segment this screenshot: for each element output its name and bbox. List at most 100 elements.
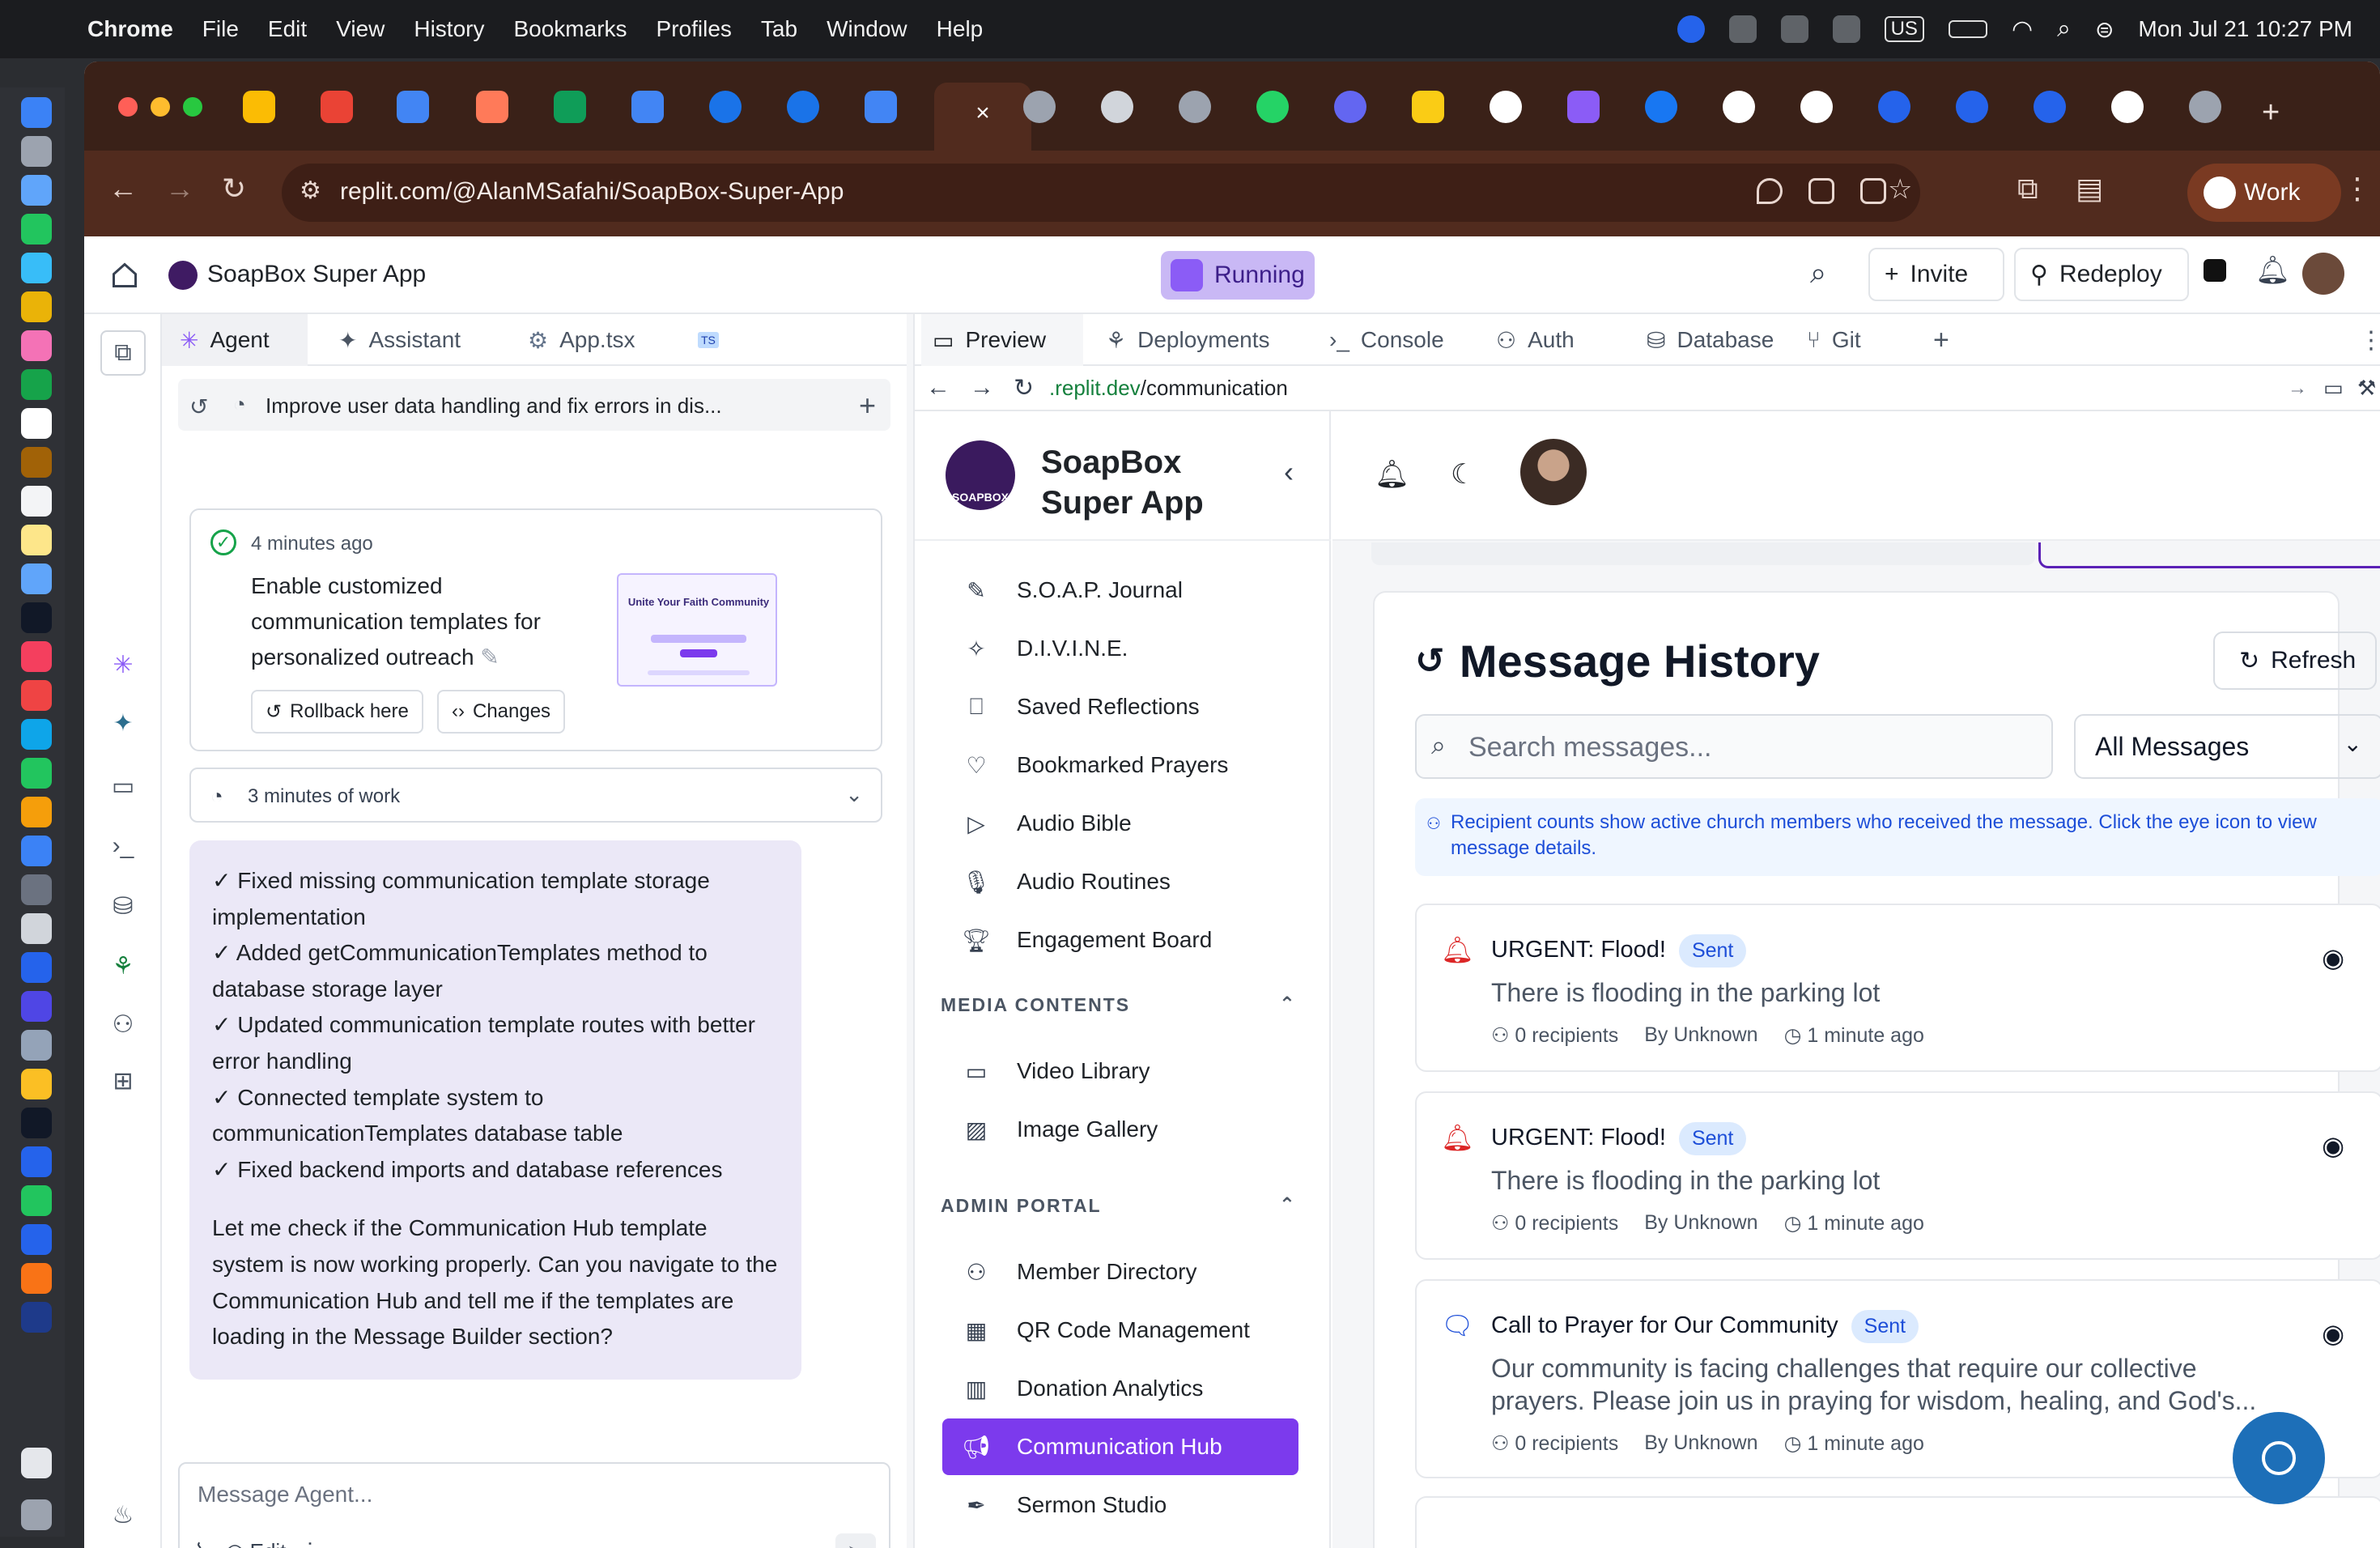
agent-rail-icon[interactable]: ✳ xyxy=(107,651,139,683)
safari-dock-icon[interactable] xyxy=(21,175,52,206)
tab-preview[interactable]: ▭ Preview xyxy=(921,314,1083,366)
add-tab-button[interactable]: + xyxy=(1922,314,1962,366)
keyboard-layout-indicator[interactable]: US xyxy=(1884,16,1924,42)
numbers-dock-icon[interactable] xyxy=(21,758,52,789)
pages-dock-icon[interactable] xyxy=(21,797,52,827)
tab-google-3-icon[interactable] xyxy=(2111,91,2144,123)
changes-button[interactable]: ‹› Changes xyxy=(437,690,566,734)
messages-dock-icon[interactable] xyxy=(21,214,52,245)
nav-audio-bible[interactable]: ▷ Audio Bible xyxy=(942,795,1298,852)
deploy-options-icon[interactable] xyxy=(2204,259,2226,282)
menu-tab[interactable]: Tab xyxy=(761,16,797,42)
home-icon[interactable] xyxy=(110,261,139,290)
project-title[interactable]: SoapBox Super App xyxy=(207,261,426,288)
forward-arrow-icon[interactable]: → xyxy=(165,172,194,206)
zoom-window-button[interactable] xyxy=(183,97,202,117)
notification-bell-icon[interactable]: 🔔︎ xyxy=(1375,458,1409,491)
all-tools-icon[interactable]: ⊞ xyxy=(107,1067,139,1099)
nav-donation-analytics[interactable]: ▥ Donation Analytics xyxy=(942,1360,1298,1417)
tab-google-icon[interactable] xyxy=(1490,91,1522,123)
history-icon[interactable]: ↺ xyxy=(189,393,208,420)
mail-dock-icon[interactable] xyxy=(21,253,52,283)
bookmark-star-icon[interactable]: ☆ xyxy=(1888,173,1912,206)
menubar-clock[interactable]: Mon Jul 21 10:27 PM xyxy=(2138,16,2352,42)
soapbox-logo[interactable]: SOAPBOX xyxy=(946,440,1015,510)
back-arrow-icon[interactable]: ← xyxy=(108,172,138,206)
active-tab-close-button[interactable]: × xyxy=(934,83,1031,151)
view-details-eye-icon[interactable]: ◉ xyxy=(2322,1318,2344,1349)
system-settings-dock-icon[interactable] xyxy=(21,874,52,905)
zoom-status-icon[interactable] xyxy=(1677,15,1705,43)
files-icon[interactable]: ⧉ xyxy=(100,330,146,376)
database-rail-icon[interactable]: ⛁ xyxy=(107,892,139,925)
facetime-dock-icon[interactable] xyxy=(21,369,52,400)
chrome-dock-icon[interactable] xyxy=(21,1263,52,1294)
tab-drive-icon[interactable] xyxy=(243,91,275,123)
edit-pencil-icon[interactable]: ✎ xyxy=(480,644,499,670)
menu-profiles[interactable]: Profiles xyxy=(657,16,732,42)
view-details-eye-icon[interactable]: ◉ xyxy=(2322,1130,2344,1161)
nav-audio-routines[interactable]: 🎙︎ Audio Routines xyxy=(942,853,1298,910)
tab-database[interactable]: ⛁ Database xyxy=(1635,314,1813,366)
freeform-dock-icon[interactable] xyxy=(21,563,52,594)
menu-history[interactable]: History xyxy=(414,16,484,42)
tab-app-icon[interactable] xyxy=(1334,91,1366,123)
maps-dock-icon[interactable] xyxy=(21,291,52,322)
launchpad-dock-icon[interactable] xyxy=(21,136,52,167)
tab-facebook-icon[interactable] xyxy=(1645,91,1677,123)
nav-saved-reflections[interactable]: ⎕ Saved Reflections xyxy=(942,678,1298,735)
agent-message-input[interactable]: Message Agent... ⌇ ◎ Edit ⫶ ➤ xyxy=(178,1462,890,1548)
new-tab-button[interactable]: + xyxy=(2262,96,2280,130)
address-bar[interactable]: ⚙ replit.com/@AlanMSafahi/SoapBox-Super-… xyxy=(282,164,1920,222)
tab-git[interactable]: ⑂ Git xyxy=(1796,314,1893,366)
tab-auth[interactable]: ⚇ Auth xyxy=(1485,314,1630,366)
nav-sermon-studio[interactable]: ✒ Sermon Studio xyxy=(942,1477,1298,1533)
chat-thread-bar[interactable]: ↺ ◔ Improve user data handling and fix e… xyxy=(178,379,890,431)
extensions-icon[interactable]: ⧉ xyxy=(2017,172,2038,206)
run-status-button[interactable]: Running xyxy=(1161,251,1315,300)
rollback-button[interactable]: ↺ Rollback here xyxy=(251,690,423,734)
work-summary-toggle[interactable]: ◔ 3 minutes of work ⌄ xyxy=(189,768,882,823)
tab-globe-icon[interactable] xyxy=(1023,91,1056,123)
edit-mode-button[interactable]: ◎ Edit xyxy=(226,1539,287,1548)
nav-divine[interactable]: ✧ D.I.V.I.N.E. xyxy=(942,620,1298,677)
chat-support-button[interactable] xyxy=(2233,1412,2325,1504)
wifi-icon[interactable]: ◠ xyxy=(2012,15,2033,44)
section-admin-portal[interactable]: ADMIN PORTAL ⌃ xyxy=(941,1194,1297,1217)
menu-help[interactable]: Help xyxy=(937,16,984,42)
signal-dock-icon[interactable] xyxy=(21,1146,52,1177)
send-button[interactable]: ➤ xyxy=(835,1533,876,1548)
calendar-dock-icon[interactable] xyxy=(21,408,52,439)
finder-dock-icon[interactable] xyxy=(21,97,52,128)
invite-button[interactable]: + Invite xyxy=(1868,248,2004,301)
new-chat-button[interactable]: + xyxy=(859,389,876,423)
app-store-dock-icon[interactable] xyxy=(21,836,52,866)
outlook-dock-icon[interactable] xyxy=(21,952,52,983)
settings-sliders-icon[interactable]: ⫶ xyxy=(307,1538,312,1548)
tab-zoom-3-icon[interactable] xyxy=(2034,91,2066,123)
tab-whatsapp-icon[interactable] xyxy=(1256,91,1289,123)
tab-globe-3-icon[interactable] xyxy=(2189,91,2221,123)
tab-hubspot-icon[interactable] xyxy=(476,91,508,123)
nav-image-gallery[interactable]: ▨ Image Gallery xyxy=(942,1101,1298,1158)
active-tab-outline[interactable] xyxy=(2038,542,2380,568)
tab-app-tsx[interactable]: ⚙ App.tsx xyxy=(510,314,672,366)
theme-icon[interactable]: ♨ xyxy=(107,1501,139,1533)
message-filter-select[interactable]: All Messages ⌄ xyxy=(2074,714,2380,779)
tab-openai-icon[interactable] xyxy=(1101,91,1133,123)
notifications-bell-icon[interactable]: 🔔︎ xyxy=(2255,254,2290,287)
nav-communication-hub[interactable]: 📢︎ Communication Hub xyxy=(942,1418,1298,1475)
address-url[interactable]: replit.com/@AlanMSafahi/SoapBox-Super-Ap… xyxy=(340,178,844,206)
tab-agent[interactable]: ✳ Agent xyxy=(162,314,308,366)
auth-rail-icon[interactable]: ⚇ xyxy=(107,1010,139,1043)
document-dock-icon[interactable] xyxy=(21,1448,52,1478)
control-center-icon[interactable]: ⊜ xyxy=(2095,16,2114,43)
tab-zoom-2-icon[interactable] xyxy=(1956,91,1988,123)
photos-dock-icon[interactable] xyxy=(21,330,52,361)
spotlight-search-icon[interactable]: ⌕ xyxy=(2057,15,2071,43)
tab-docs-2-icon[interactable] xyxy=(631,91,664,123)
dark-mode-moon-icon[interactable]: ☾ xyxy=(1451,458,1475,491)
tv-dock-icon[interactable] xyxy=(21,602,52,633)
contacts-dock-icon[interactable] xyxy=(21,447,52,478)
menu-view[interactable]: View xyxy=(336,16,385,42)
